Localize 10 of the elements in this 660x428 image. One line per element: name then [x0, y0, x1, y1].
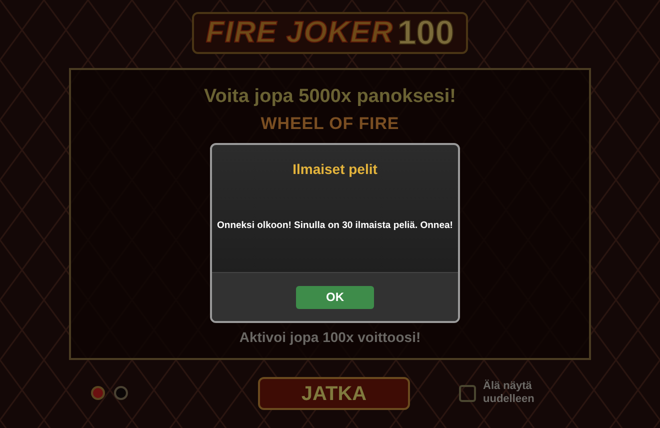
headline: Voita jopa 5000x panoksesi! [204, 86, 456, 108]
game-logo: FIRE JOKER 100 [192, 12, 468, 54]
ok-button[interactable]: OK [296, 286, 374, 308]
continue-button[interactable]: JATKA [258, 377, 410, 410]
dialog-title: Ilmaiset pelit [292, 160, 378, 179]
feature-title: WHEEL OF FIRE [260, 114, 400, 134]
dialog-message: Onneksi olkoon! Sinulla on 30 ilmaista peliä. Onnea! [217, 218, 453, 233]
checkbox-label[interactable]: Älä näytä uudelleen [483, 380, 543, 406]
checkbox[interactable] [459, 384, 476, 402]
feature-description: Aktivoi jopa 100x voittoosi! [239, 328, 421, 347]
